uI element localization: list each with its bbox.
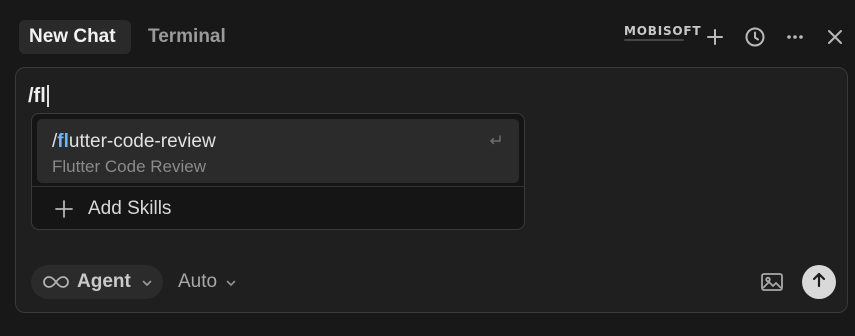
more-icon	[785, 27, 805, 47]
skill-command: /flutter-code-review	[52, 131, 216, 153]
model-label: Auto	[178, 271, 218, 292]
chevron-down-icon	[141, 276, 153, 288]
skill-command-match: fl	[57, 131, 69, 152]
send-button[interactable]	[802, 265, 836, 299]
more-options-button[interactable]	[780, 22, 810, 52]
tab-new-chat-label: New Chat	[29, 26, 116, 47]
close-icon	[826, 28, 844, 46]
enter-icon	[487, 133, 503, 149]
skill-description: Flutter Code Review	[52, 157, 207, 176]
text-caret	[46, 85, 49, 107]
image-icon	[760, 272, 784, 297]
history-icon	[744, 26, 766, 48]
skill-suggestion-flutter-code-review[interactable]: /flutter-code-review Flutter Code Review	[37, 119, 519, 183]
tab-terminal[interactable]: Terminal	[138, 20, 238, 54]
add-skills-label: Add Skills	[88, 198, 172, 219]
brand-logo-underline	[624, 39, 684, 41]
plus-icon	[54, 199, 74, 219]
brand-logo-text: MOBISOFT	[624, 24, 702, 38]
chat-input[interactable]: /fl	[28, 83, 49, 109]
chat-input-value: /fl	[28, 84, 46, 107]
infinity-icon	[43, 274, 69, 290]
top-bar: New Chat Terminal MOBISOFT	[0, 0, 855, 68]
skill-command-rest: utter-code-review	[68, 131, 216, 152]
agent-mode-selector[interactable]: Agent	[31, 265, 163, 299]
attach-image-button[interactable]	[758, 270, 786, 298]
model-selector[interactable]: Auto	[178, 265, 237, 299]
history-button[interactable]	[740, 22, 770, 52]
plus-icon	[705, 27, 725, 47]
agent-label: Agent	[77, 271, 131, 292]
close-button[interactable]	[820, 22, 850, 52]
tab-terminal-label: Terminal	[148, 26, 226, 47]
brand-logo: MOBISOFT	[624, 25, 701, 47]
add-skills-button[interactable]: Add Skills	[32, 187, 524, 229]
tab-new-chat[interactable]: New Chat	[19, 20, 131, 54]
skills-dropdown: /flutter-code-review Flutter Code Review…	[31, 113, 525, 230]
chevron-down-icon	[225, 276, 237, 288]
arrow-up-icon	[810, 271, 828, 294]
new-chat-button[interactable]	[700, 22, 730, 52]
